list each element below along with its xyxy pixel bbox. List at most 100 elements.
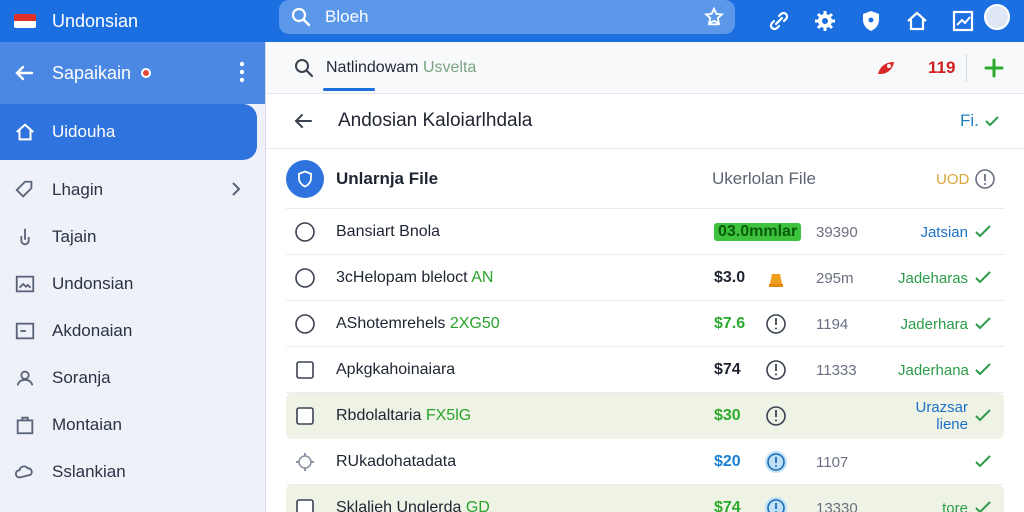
app-brand[interactable]: Undonsian [0, 11, 265, 32]
row-name-text: Rbdolaltaria [336, 407, 422, 424]
table-row[interactable]: Bansiart Bnola 03.0mmlar 39390 Jatsian [266, 209, 1024, 255]
row-status: Jatsian [920, 223, 968, 241]
checkbox-control[interactable] [294, 497, 316, 512]
user-avatar[interactable] [984, 4, 1010, 30]
sub-toolbar: Natlindowam Usvelta 119 [266, 42, 1024, 94]
square-icon [15, 322, 35, 339]
checkbox-control[interactable] [294, 405, 316, 427]
row-amount: $7.6 [714, 315, 746, 332]
sidebar-item-1[interactable]: Tajain [0, 213, 265, 260]
radio-control[interactable] [294, 221, 316, 243]
sidebar-item-4[interactable]: Soranja [0, 354, 265, 401]
toolbar-icons [760, 4, 982, 38]
search-input[interactable]: Bloeh [325, 7, 368, 27]
home-icon[interactable] [898, 4, 936, 38]
clock-icon[interactable] [764, 404, 788, 428]
clock-blue-icon[interactable] [764, 450, 788, 474]
row-name: Sklalieh Unglerda GD [336, 499, 490, 512]
search-icon[interactable] [294, 58, 314, 78]
check-icon[interactable] [974, 407, 992, 425]
radio-control[interactable] [294, 267, 316, 289]
row-amount: $30 [714, 407, 741, 424]
notification-count: 119 [928, 58, 956, 77]
more-options-icon[interactable] [239, 60, 245, 84]
row-name: Bansiart Bnola [336, 223, 440, 241]
row-name-tag: 2XG50 [449, 315, 500, 332]
sidebar-item-3[interactable]: Akdonaian [0, 307, 265, 354]
clock-icon[interactable] [764, 358, 788, 382]
sidebar-item-label: Undonsian [52, 273, 134, 293]
check-icon[interactable] [974, 453, 992, 471]
row-name: Apkgkahoinaiara [336, 361, 455, 379]
chevron-right-icon [232, 182, 241, 196]
check-icon[interactable] [974, 499, 992, 512]
table-row[interactable]: Apkgkahoinaiara $74 11333 Jaderhana [266, 347, 1024, 393]
sidebar-item-label: Montaian [52, 414, 122, 434]
tag-red-icon[interactable] [874, 56, 898, 80]
check-icon[interactable] [974, 315, 992, 333]
main-panel: Natlindowam Usvelta 119 Andosian Kaloiar… [265, 42, 1024, 512]
filter-dropdown[interactable]: Fi. [960, 111, 999, 131]
active-tab-underline [323, 88, 375, 91]
row-name: 3cHelopam bleloct AN [336, 269, 493, 287]
shield-icon[interactable] [286, 160, 324, 198]
check-icon[interactable] [974, 223, 992, 241]
radio-control[interactable] [294, 313, 316, 335]
check-icon[interactable] [974, 361, 992, 379]
filter-query[interactable]: Natlindowam [326, 59, 418, 77]
row-name: Rbdolaltaria FX5lG [336, 407, 471, 425]
table-row[interactable]: AShotemrehels 2XG50 $7.6 1194 Jaderhara [266, 301, 1024, 347]
clock-icon[interactable] [764, 312, 788, 336]
search-bar[interactable]: Bloeh [279, 0, 735, 34]
row-number: 1107 [816, 453, 849, 471]
sidebar-item-label: Tajain [52, 226, 97, 246]
table-row[interactable]: Rbdolaltaria FX5lG $30 Urazsar liene [286, 393, 1004, 439]
sidebar-item-active[interactable]: Uidouha [0, 104, 257, 160]
table-row[interactable]: 3cHelopam bleloct AN $3.0 295m Jadeharas [266, 255, 1024, 301]
back-arrow-icon[interactable] [12, 61, 36, 85]
info-icon[interactable] [974, 168, 996, 190]
cloud-icon [14, 464, 33, 478]
row-name-text: Apkgkahoinaiara [336, 361, 456, 378]
row-number: 39390 [816, 223, 858, 241]
users-icon [16, 370, 34, 386]
stats-icon[interactable] [944, 4, 982, 38]
settings-icon[interactable] [806, 4, 844, 38]
row-amount: 03.0mmlar [714, 223, 802, 241]
check-icon[interactable] [974, 269, 992, 287]
sidebar-item-5[interactable]: Montaian [0, 401, 265, 448]
sidebar: Sapaikain Uidouha Lhagin Tajain Undonsia… [0, 42, 265, 512]
page-title: Andosian Kaloiarlhdala [338, 110, 533, 131]
row-amount: $20 [714, 453, 741, 470]
check-icon [985, 116, 999, 127]
row-number: 11333 [816, 361, 857, 379]
add-icon[interactable] [982, 56, 1006, 80]
status-badge: UOD [936, 170, 970, 188]
column-header-name[interactable]: Unlarnja File [336, 169, 438, 189]
image-icon [15, 275, 35, 292]
table-row[interactable]: RUkadohatadata $20 1107 [266, 439, 1024, 485]
sidebar-item-2[interactable]: Undonsian [0, 260, 265, 307]
clock-blue-icon[interactable] [764, 496, 788, 512]
settings-icon[interactable] [294, 451, 316, 473]
sidebar-item-label: Uidouha [52, 122, 116, 141]
sidebar-item-6[interactable]: Sslankian [0, 448, 265, 495]
row-amount: $74 [714, 361, 741, 378]
link-icon[interactable] [760, 4, 798, 38]
sidebar-item-0[interactable]: Lhagin [0, 166, 265, 213]
bag-icon [16, 416, 34, 434]
row-name-text: Bansiart Bnola [336, 223, 441, 240]
row-amount: $74 [714, 499, 741, 512]
column-header-file[interactable]: Ukerlolan File [712, 169, 816, 189]
table-row[interactable]: Sklalieh Unglerda GD $74 13330 tore [286, 485, 1004, 512]
sidebar-header: Sapaikain [0, 42, 265, 104]
back-arrow-icon[interactable] [292, 110, 314, 132]
sidebar-item-label: Akdonaian [52, 320, 133, 340]
checkbox-control[interactable] [294, 359, 316, 381]
search-icon [291, 7, 311, 27]
shield-icon[interactable] [852, 4, 890, 38]
bell-icon[interactable] [764, 266, 788, 290]
bookmark-star-icon[interactable] [703, 6, 725, 28]
sidebar-header-label: Sapaikain [52, 62, 132, 83]
row-name-tag: GD [465, 499, 490, 512]
